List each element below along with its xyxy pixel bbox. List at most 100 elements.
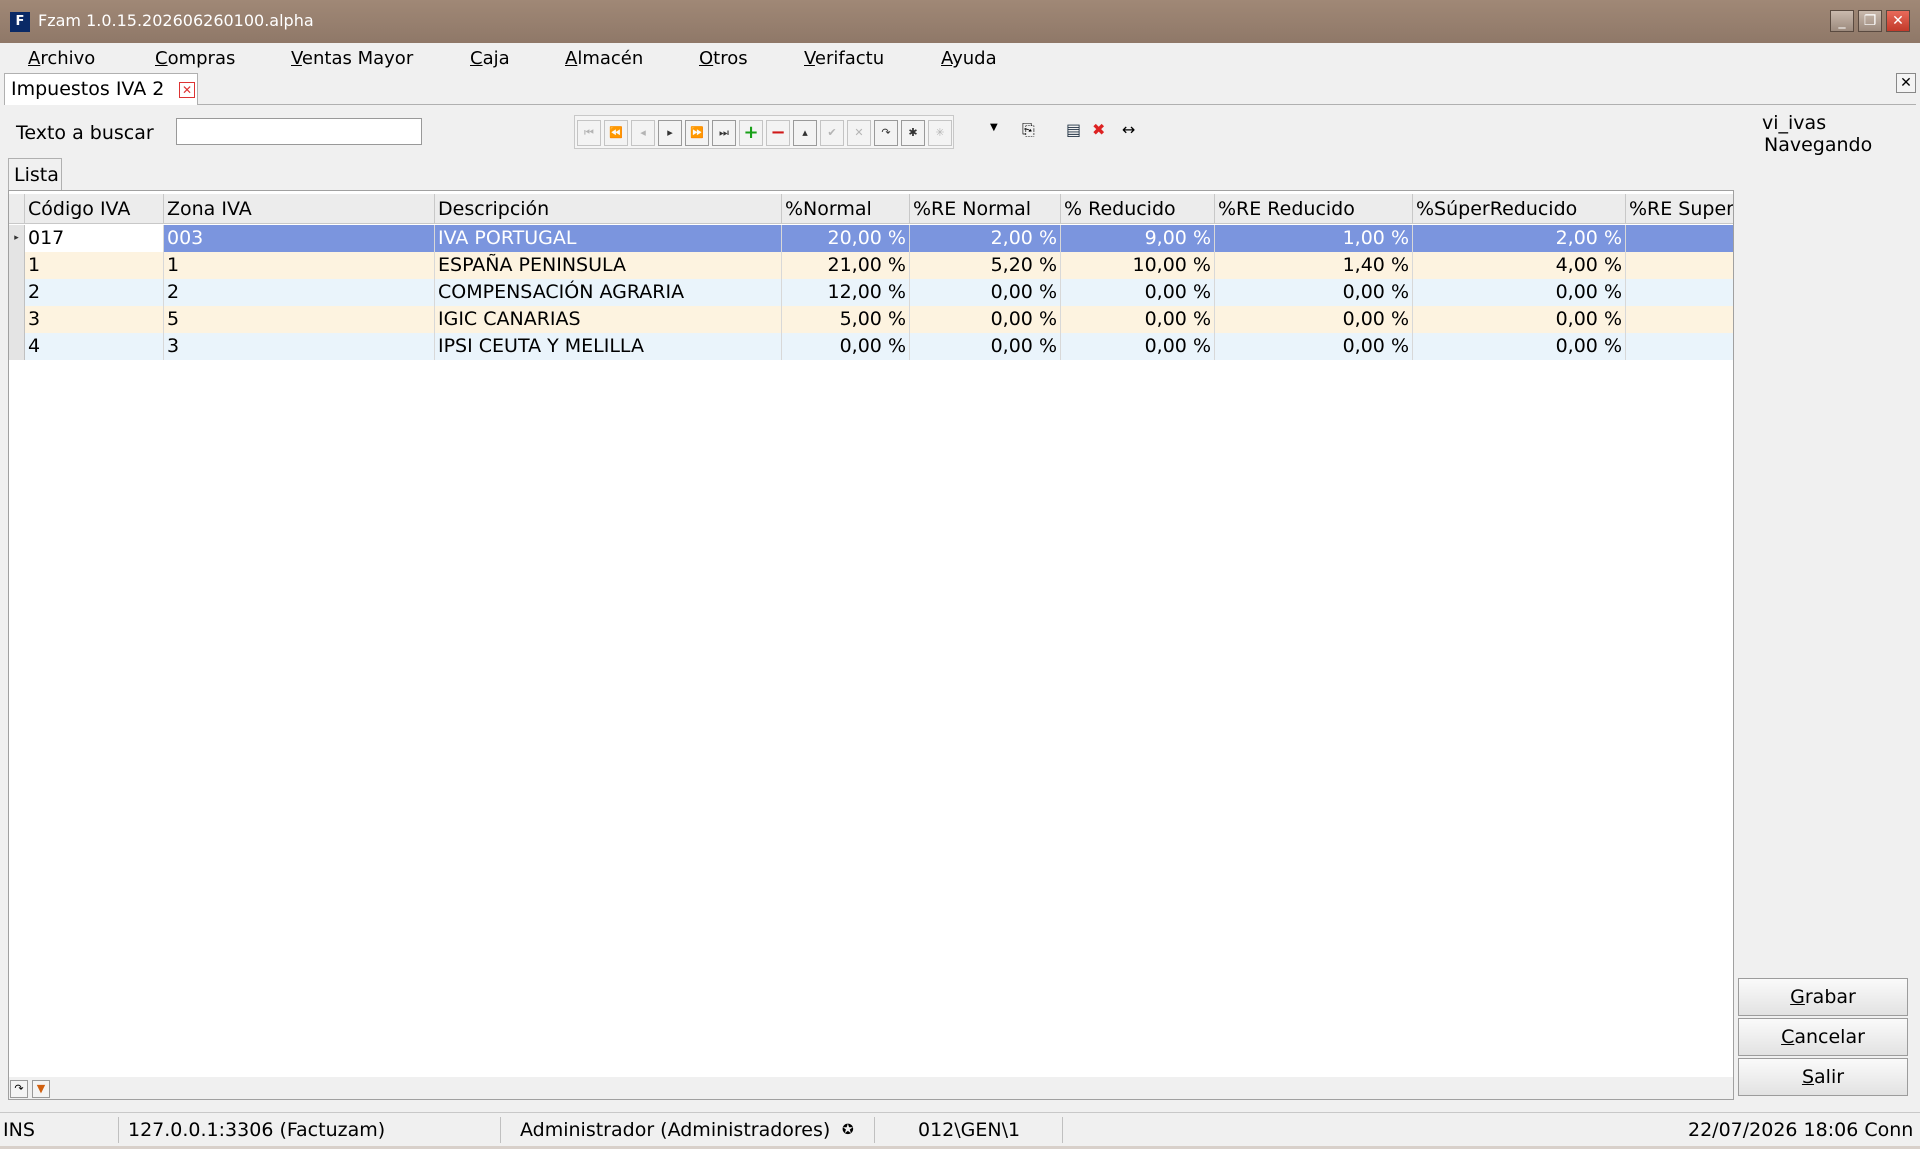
column-header[interactable]: Código IVA: [25, 194, 164, 224]
cancel-icon[interactable]: ✕: [847, 120, 871, 146]
table-cell[interactable]: 0,00 %: [910, 333, 1061, 360]
post-icon[interactable]: ✔: [820, 120, 844, 146]
table-cell[interactable]: IGIC CANARIAS: [435, 306, 782, 333]
table-cell[interactable]: [1626, 252, 1733, 279]
filter-icon[interactable]: ▼: [32, 1080, 50, 1098]
cancel-button[interactable]: Cancelar: [1738, 1018, 1908, 1056]
refresh-icon[interactable]: ↷: [874, 120, 898, 146]
table-cell[interactable]: [1626, 306, 1733, 333]
column-header[interactable]: Zona IVA: [164, 194, 435, 224]
column-header[interactable]: % Reducido: [1061, 194, 1215, 224]
table-cell[interactable]: 2,00 %: [1413, 225, 1626, 252]
column-header[interactable]: %RE Normal: [910, 194, 1061, 224]
menu-almacen[interactable]: Almacén: [565, 48, 643, 69]
menu-verifactu[interactable]: Verifactu: [804, 48, 884, 69]
table-cell[interactable]: 2: [164, 279, 435, 306]
window-title: Fzam 1.0.15.202606260100.alpha: [38, 11, 314, 30]
restore-icon[interactable]: ❐: [1858, 10, 1882, 32]
exit-button[interactable]: Salir: [1738, 1058, 1908, 1096]
export-icon[interactable]: ⎘: [1022, 120, 1035, 140]
table-cell[interactable]: 4: [25, 333, 164, 360]
table-cell[interactable]: 1,00 %: [1215, 225, 1413, 252]
table-cell[interactable]: 3: [164, 333, 435, 360]
prior-icon[interactable]: ◂: [631, 120, 655, 146]
table-row[interactable]: ▸ 017 003 IVA PORTUGAL 20,00 % 2,00 % 9,…: [9, 225, 1733, 252]
table-cell[interactable]: 0,00 %: [1413, 306, 1626, 333]
table-cell[interactable]: 0,00 %: [1413, 279, 1626, 306]
dropdown-icon[interactable]: ▼: [990, 122, 998, 133]
insert-icon[interactable]: +: [739, 120, 763, 146]
tab-lista[interactable]: Lista: [8, 158, 62, 190]
table-cell[interactable]: 0,00 %: [1215, 306, 1413, 333]
table-cell[interactable]: COMPENSACIÓN AGRARIA: [435, 279, 782, 306]
column-header[interactable]: %RE Reducido: [1215, 194, 1413, 224]
table-cell[interactable]: 003: [164, 225, 435, 252]
close-panel-icon[interactable]: ✕: [1896, 73, 1916, 93]
cancel-updates-icon[interactable]: ✳: [928, 120, 952, 146]
close-icon[interactable]: ✕: [1886, 10, 1910, 32]
last-icon[interactable]: ⏭: [712, 120, 736, 146]
tab-close-icon[interactable]: ✕: [179, 82, 195, 98]
menu-caja[interactable]: Caja: [470, 48, 510, 69]
column-header[interactable]: %RE SuperR: [1626, 194, 1733, 224]
table-cell[interactable]: 0,00 %: [1061, 279, 1215, 306]
table-cell[interactable]: 0,00 %: [1215, 333, 1413, 360]
column-header[interactable]: Descripción: [435, 194, 782, 224]
column-header[interactable]: %Normal: [782, 194, 910, 224]
table-cell[interactable]: 10,00 %: [1061, 252, 1215, 279]
table-cell[interactable]: IPSI CEUTA Y MELILLA: [435, 333, 782, 360]
table-cell[interactable]: [1626, 333, 1733, 360]
apply-updates-icon[interactable]: ✱: [901, 120, 925, 146]
table-cell[interactable]: 0,00 %: [1061, 306, 1215, 333]
table-row[interactable]: 4 3 IPSI CEUTA Y MELILLA 0,00 % 0,00 % 0…: [9, 333, 1733, 360]
menu-archivo[interactable]: Archivo: [28, 48, 95, 69]
first-icon[interactable]: ⏮: [577, 120, 601, 146]
table-cell[interactable]: 12,00 %: [782, 279, 910, 306]
column-header[interactable]: %SúperReducido: [1413, 194, 1626, 224]
menu-compras[interactable]: Compras: [155, 48, 235, 69]
table-cell[interactable]: [1626, 225, 1733, 252]
table-cell[interactable]: 0,00 %: [782, 333, 910, 360]
table-cell[interactable]: 0,00 %: [1061, 333, 1215, 360]
prior-page-icon[interactable]: ⏪: [604, 120, 628, 146]
table-row[interactable]: 3 5 IGIC CANARIAS 5,00 % 0,00 % 0,00 % 0…: [9, 306, 1733, 333]
table-row[interactable]: 2 2 COMPENSACIÓN AGRARIA 12,00 % 0,00 % …: [9, 279, 1733, 306]
table-cell[interactable]: ESPAÑA PENINSULA: [435, 252, 782, 279]
tab-impuestos-iva[interactable]: Impuestos IVA 2 ✕: [4, 73, 198, 105]
columns-icon[interactable]: ▤: [1066, 120, 1081, 140]
table-cell[interactable]: 2,00 %: [910, 225, 1061, 252]
table-row[interactable]: 1 1 ESPAÑA PENINSULA 21,00 % 5,20 % 10,0…: [9, 252, 1733, 279]
table-cell[interactable]: 4,00 %: [1413, 252, 1626, 279]
table-cell[interactable]: 9,00 %: [1061, 225, 1215, 252]
table-cell[interactable]: 0,00 %: [1413, 333, 1626, 360]
table-cell[interactable]: 1: [164, 252, 435, 279]
table-cell[interactable]: 0,00 %: [1215, 279, 1413, 306]
edit-icon[interactable]: ▴: [793, 120, 817, 146]
delete-icon[interactable]: −: [766, 120, 790, 146]
table-cell[interactable]: 5,20 %: [910, 252, 1061, 279]
minimize-icon[interactable]: _: [1830, 10, 1854, 32]
table-cell[interactable]: 017: [25, 225, 164, 252]
search-input[interactable]: [176, 118, 422, 145]
menu-ventas-mayor[interactable]: Ventas Mayor: [291, 48, 413, 69]
table-cell[interactable]: 0,00 %: [910, 279, 1061, 306]
menu-otros[interactable]: Otros: [699, 48, 748, 69]
table-cell[interactable]: 5,00 %: [782, 306, 910, 333]
table-cell[interactable]: 2: [25, 279, 164, 306]
resize-columns-icon[interactable]: ↔: [1122, 120, 1135, 140]
table-cell[interactable]: 0,00 %: [910, 306, 1061, 333]
table-cell[interactable]: [1626, 279, 1733, 306]
table-cell[interactable]: IVA PORTUGAL: [435, 225, 782, 252]
table-cell[interactable]: 3: [25, 306, 164, 333]
next-icon[interactable]: ▸: [658, 120, 682, 146]
table-cell[interactable]: 20,00 %: [782, 225, 910, 252]
table-cell[interactable]: 1: [25, 252, 164, 279]
refresh-icon[interactable]: ↷: [10, 1080, 28, 1098]
table-cell[interactable]: 1,40 %: [1215, 252, 1413, 279]
next-page-icon[interactable]: ⏩: [685, 120, 709, 146]
clear-filter-icon[interactable]: ✖: [1092, 120, 1105, 140]
table-cell[interactable]: 5: [164, 306, 435, 333]
menu-ayuda[interactable]: Ayuda: [941, 48, 997, 69]
table-cell[interactable]: 21,00 %: [782, 252, 910, 279]
save-button[interactable]: Grabar: [1738, 978, 1908, 1016]
